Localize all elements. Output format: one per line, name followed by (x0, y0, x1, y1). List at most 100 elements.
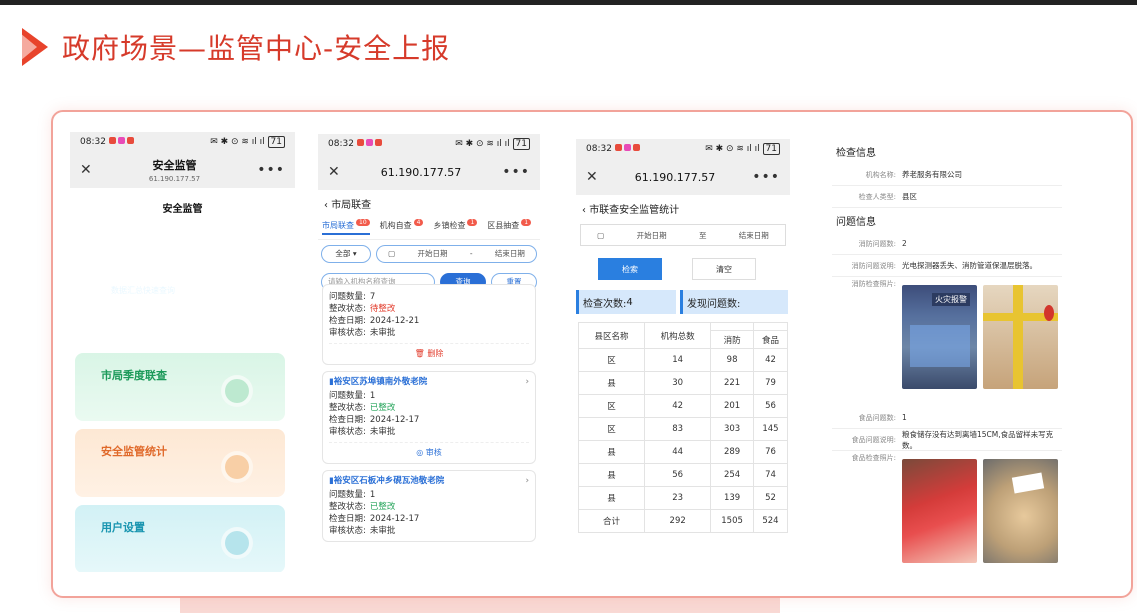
tab-badge: 4 (413, 219, 424, 226)
tab-township-check[interactable]: 乡镇检查 1 (433, 219, 478, 235)
field-value: 养老服务有限公司 (902, 170, 962, 179)
close-icon[interactable]: ✕ (328, 164, 340, 180)
date-range-picker[interactable]: ▢ 开始日期 - 结束日期 (376, 244, 537, 263)
fire-photo-pipe[interactable] (983, 285, 1058, 389)
item-row: 问题数量: 1 (329, 489, 529, 501)
menu-card-quarterly-inspection[interactable]: 市局季度联查 (75, 353, 285, 421)
audit-icon: ◎ (416, 448, 426, 457)
status-time: 08:32 (80, 137, 106, 147)
photo-shape (1011, 472, 1045, 494)
field-value: 光电探测器丢失、消防管道保温层脱落。 (902, 261, 1037, 270)
cell-total: 30 (644, 371, 712, 395)
field-label: 检查日期: (329, 514, 366, 524)
notification-icons (108, 137, 134, 144)
detail-row: 检查人类型: 县区 (832, 186, 1062, 208)
detail-row: 消防问题数: 2 (832, 233, 1062, 255)
hero-banner-stats[interactable]: 安全检查统计 数据汇总快速查询 (75, 227, 285, 345)
field-value: 2024-12-17 (369, 415, 420, 425)
item-row: 审核状态: 未审批 (329, 525, 529, 537)
cell-county: 合计 (577, 509, 646, 533)
food-photo-sample[interactable] (983, 459, 1058, 563)
cell-fire: 303 (710, 417, 754, 441)
field-label: 消防问题说明: (851, 261, 896, 270)
back-link[interactable]: ‹ 市局联查 (318, 190, 540, 217)
tab-badge: 1 (521, 219, 532, 226)
cell-fire: 221 (710, 371, 754, 395)
slide-title: 政府场景—监管中心-安全上报 (62, 32, 451, 65)
phone-safety-home: 08:32 ✉ ✱ ⊙ ≋ ıl ıl 71 ✕ 安全监管 61.190.177.… (70, 132, 295, 572)
query-button[interactable]: 检索 (598, 258, 662, 280)
more-icon[interactable]: ••• (502, 164, 530, 180)
date-range-picker[interactable]: ▢ 开始日期 至 结束日期 (580, 224, 786, 246)
cell-county: 县 (577, 440, 646, 464)
cell-food: 74 (752, 463, 789, 487)
clear-button[interactable]: 清空 (692, 258, 756, 280)
list-item[interactable]: ▮裕安区苏埠镇南外敬老院 › 问题数量: 1 整改状态: 已整改 检查日期: 2024-… (322, 371, 536, 464)
cell-food: 524 (752, 509, 789, 533)
item-title: ▮裕安区苏埠镇南外敬老院 › (329, 376, 529, 388)
field-label: 机构名称: (865, 170, 896, 179)
col-food: 食品 (752, 330, 789, 349)
table-row: 区 42 201 56 (577, 394, 789, 418)
close-icon[interactable]: ✕ (80, 162, 92, 178)
more-icon[interactable]: ••• (257, 162, 285, 178)
cell-food: 56 (752, 394, 789, 418)
page-heading: 安全监管 (162, 204, 203, 215)
field-value: 1 (369, 391, 376, 401)
item-row: 检查日期: 2024-12-17 (329, 414, 529, 426)
cell-fire: 201 (710, 394, 754, 418)
col-spacer (710, 322, 754, 331)
cell-food: 79 (752, 371, 789, 395)
status-dropdown[interactable]: 全部 ▾ (321, 244, 371, 263)
tab-label: 机构自查 (379, 220, 412, 230)
close-icon[interactable]: ✕ (586, 169, 598, 185)
list-item[interactable]: 问题数量: 7 整改状态: 待整改 检查日期: 2024-12-21 审核状态: 未审批… (322, 284, 536, 365)
more-icon[interactable]: ••• (752, 169, 780, 185)
field-value: 粮食储存没有达到离墙15CM,食品留样未写克数。 (902, 429, 1054, 450)
item-row: 检查日期: 2024-12-17 (329, 513, 529, 525)
nav-title: 安全监管 (152, 159, 197, 172)
field-label: 审核状态: (329, 427, 366, 437)
tab-county-check[interactable]: 区县抽查 1 (487, 219, 532, 235)
tab-bar: 市局联查 10 机构自查 4 乡镇检查 1 区县抽查 1 (318, 217, 540, 240)
list-item[interactable]: ▮裕安区石板冲乡硯瓦池敬老院 › 问题数量: 1 整改状态: 已整改 检查日期: 202… (322, 470, 536, 542)
field-label: 审核状态: (329, 328, 366, 338)
pie-chart-icon (221, 451, 253, 483)
signal-battery-icon: ✉ ✱ ⊙ ≋ ıl ıl 71 (705, 143, 780, 155)
item-row: 问题数量: 7 (329, 291, 529, 303)
battery-level: 71 (512, 138, 530, 150)
delete-button[interactable]: 🗑 删除 (329, 343, 529, 360)
stat-value: 4 (626, 296, 633, 308)
cell-food: 52 (752, 486, 789, 510)
back-label: 市局联查 (331, 200, 372, 211)
menu-card-user-settings[interactable]: 用户设置 (75, 505, 285, 572)
field-label: 食品检查照片: (851, 454, 896, 462)
field-value: 1 (902, 413, 907, 422)
tab-label: 区县抽查 (487, 220, 520, 230)
item-row: 整改状态: 已整改 (329, 501, 529, 513)
inspection-count: 检查次数: 4 (576, 290, 676, 314)
chevron-right-icon: › (525, 476, 529, 486)
caret-down-icon: ▾ (352, 249, 357, 259)
field-value: 2024-12-17 (369, 514, 420, 524)
phone-joint-inspection-list: 08:32 ✉ ✱ ⊙ ≋ ıl ıl 71 ✕ 61.190.177.57 •… (318, 134, 540, 572)
col-spacer (752, 322, 789, 331)
food-photo-storage[interactable] (902, 459, 977, 563)
tab-self-check[interactable]: 机构自查 4 (380, 219, 424, 235)
cell-county: 区 (577, 394, 646, 418)
fire-photo-alarm[interactable]: 火灾报警 (902, 285, 977, 389)
stat-label: 检查次数: (583, 298, 627, 310)
field-label: 问题数量: (329, 292, 366, 302)
summary-stats: 检查次数: 4 发现问题数: (576, 288, 790, 316)
date-separator: - (469, 249, 473, 259)
menu-card-safety-stats[interactable]: 安全监管统计 (75, 429, 285, 497)
status-bar: 08:32 ✉ ✱ ⊙ ≋ ıl ıl 71 (70, 132, 295, 152)
inspection-list: 问题数量: 7 整改状态: 待整改 检查日期: 2024-12-21 审核状态: 未审批… (322, 284, 536, 548)
nav-bar: ✕ 61.190.177.57 ••• (576, 159, 790, 195)
audit-button[interactable]: ◎ 审核 (329, 442, 529, 459)
status-time: 08:32 (328, 139, 354, 149)
table-row: 县 30 221 79 (577, 371, 789, 395)
cell-fire: 1505 (710, 509, 754, 533)
field-value: 未审批 (369, 427, 396, 437)
tab-city-joint[interactable]: 市局联查 10 (322, 219, 370, 235)
